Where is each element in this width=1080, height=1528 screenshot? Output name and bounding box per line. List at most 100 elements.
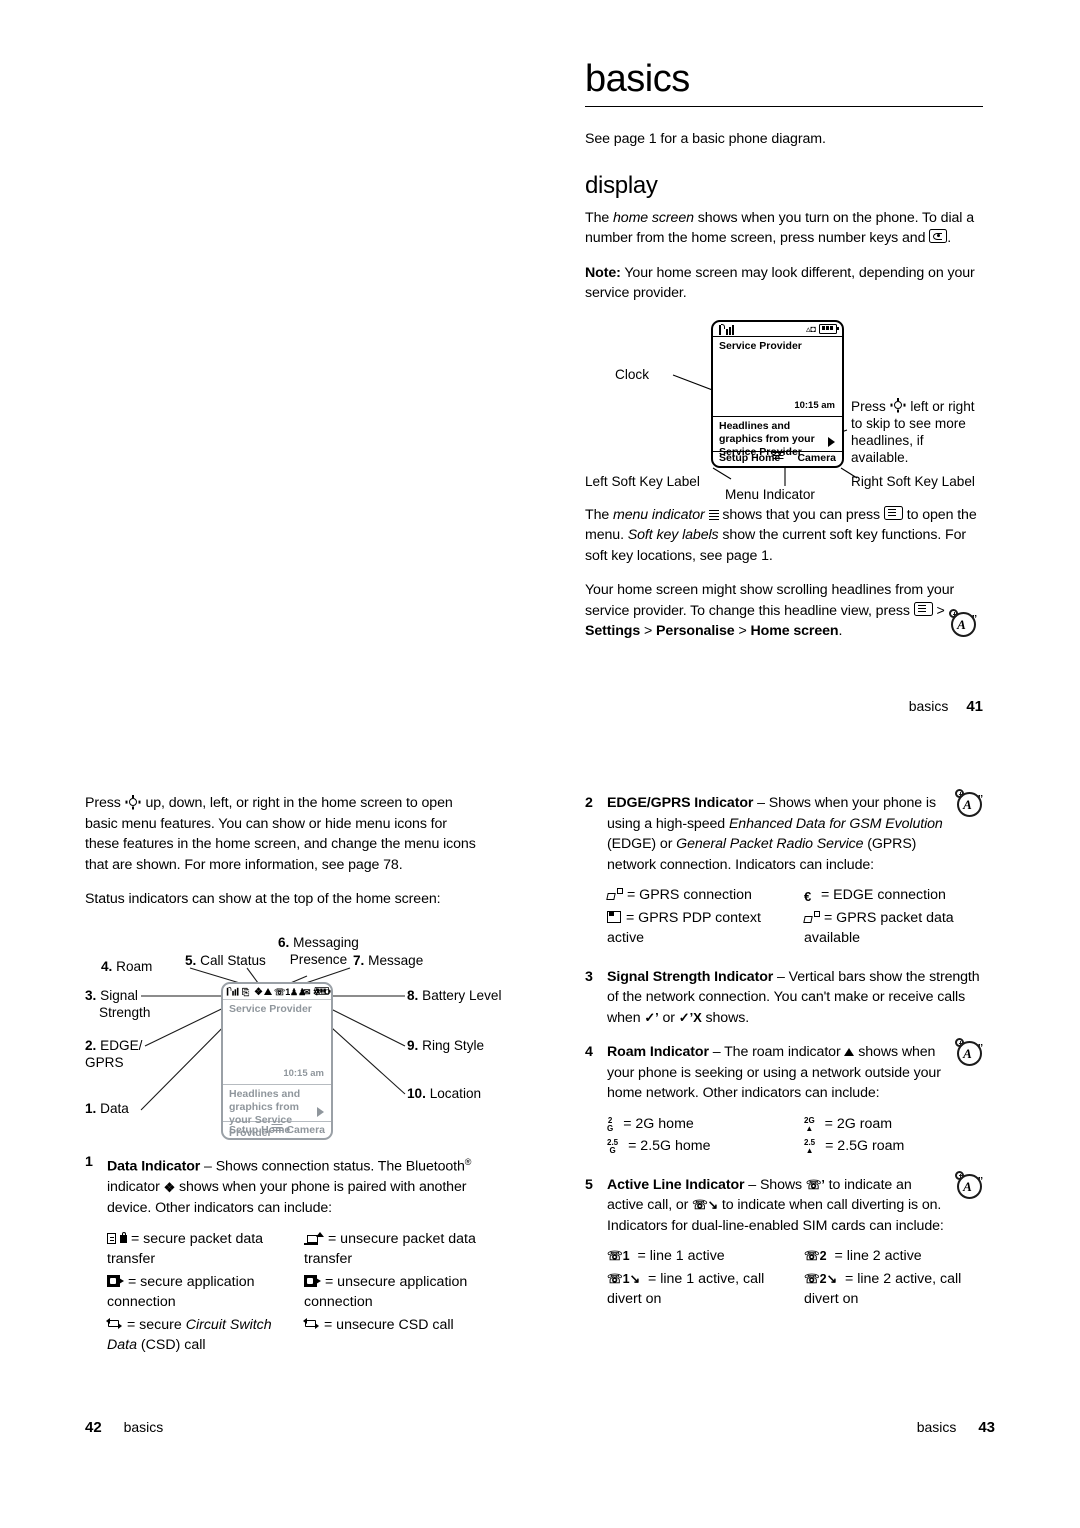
item-5-a: Shows [759,1176,806,1193]
callout-num: 8. [407,987,419,1003]
table-row: = secure application connection [107,1272,286,1313]
bluetooth-icon: ❖ [163,1179,176,1195]
p42-para1-a: Press [85,795,125,811]
callout-7-message: 7. Message [353,952,423,969]
item-dash: – [708,1044,725,1060]
press-nav-dir: left or right [910,398,975,414]
table-row: = secure packet data transfer [107,1229,286,1270]
headline-line-1: Headlines and graphics from your [719,419,815,445]
item-5-text: 5 Active Line Indicator – Shows ☏’ to in… [585,1175,983,1237]
callout-label: Messaging [293,934,359,950]
footer-label: basics [916,1419,957,1435]
message-icon: ✉ [303,986,311,997]
callout-9-ring-style: 9. Ring Style [407,1037,484,1054]
item-number: 2 [585,795,593,811]
active-line-indicator-table: ☏1 = line 1 active ☏2 = line 2 active ☏1… [607,1246,983,1312]
callout-6-messaging-presence: 6. Messaging Presence [278,934,359,968]
item-number: 4 [585,1044,593,1060]
status-indicator-diagram: ⎘ ❖ ☏1 ♟♟ ✉ ✲ ▵◘ Service Provider 10:15 … [85,924,501,1146]
callout-4-roam: 4. Roam [101,958,152,975]
footer-label: basics [908,698,949,714]
para3-a: Your home screen might show scrolling he… [585,582,955,619]
call-status-icon: ☏1 [274,986,291,997]
table-row: = GPRS packet data available [803,908,983,949]
cell-text: = line 2 active [834,1248,922,1264]
phone-status-mock: ⎘ ❖ ☏1 ♟♟ ✉ ✲ ▵◘ Service Provider 10:15 … [221,981,333,1140]
headline-view-paragraph: Your home screen might show scrolling he… [585,580,983,642]
para1-c: . [947,230,952,246]
page-title: basics [585,58,690,100]
roam-icon [264,987,272,995]
callout-num: 1. [85,1100,97,1116]
page-43: 2 EDGE/GPRS Indicator – Shows when your … [585,789,983,1312]
no-service-icon: ✓’X [678,1009,702,1025]
note-text: Your home screen may look different, dep… [585,264,975,302]
table-row: € = EDGE connection [804,885,983,906]
callout-1-data: 1. Data [85,1100,129,1117]
callout-label: Signal [100,987,138,1003]
menu-indicator-icon [271,1123,283,1134]
send-key-icon [929,229,948,243]
item-1-b: indicator [107,1178,164,1195]
line-1-active-icon: ☏1 [607,1249,630,1263]
secure-csd-icon [106,1317,123,1331]
list-item-4: 4 Roam Indicator – The roam indicator sh… [585,1038,983,1159]
right-soft-key-label: Camera [797,451,836,464]
feature-availability-icon: A ’’ [949,609,979,639]
item-dash: – [200,1158,216,1175]
callout-label: Location [429,1085,482,1101]
cell-text: = 2G roam [824,1115,893,1132]
cell-text: = line 1 active [637,1248,725,1264]
line-1-divert-icon: ☏1↘ [607,1271,641,1286]
press-nav-line3: headlines, if available. [851,432,924,465]
section-heading: display [585,171,658,199]
para3-sep1: > [932,602,945,619]
callout-right-soft-key: Right Soft Key Label [851,473,975,489]
cell-text: = secure packet data transfer [107,1230,264,1268]
cell-text: = 2G home [623,1115,694,1132]
menu-indicator-icon [708,509,719,520]
item-3-c: shows. [701,1009,750,1026]
callout-num: 3. [85,987,97,1003]
footer-page-number: 42 [85,1419,102,1436]
cell-text: = GPRS PDP context active [607,909,761,947]
page-42: Press up, down, left, or right in the ho… [85,793,501,1358]
menu-path-personalise: Personalise [656,623,735,639]
press-nav-word: Press [851,398,886,414]
table-row: ☏1↘ = line 1 active, call divert on [607,1269,786,1310]
footer-label: basics [123,1419,164,1435]
para3-sep2: > [640,623,657,639]
menu-indicator-paragraph: The menu indicator shows that you can pr… [585,505,983,567]
battery-level-icon [819,323,839,334]
status-bar: ⎘ ❖ ☏1 ♟♟ ✉ ✲ ▵◘ [223,984,331,1000]
cell-text: = EDGE connection [820,887,946,903]
title-divider [585,106,983,107]
2.5g-home-icon: 2.5 G [607,1138,619,1155]
item-2-b: (EDGE) or [607,836,677,852]
line-2-active-icon: ☏2 [804,1249,827,1263]
item-dash: – [753,795,769,811]
callout-2-edge-gprs: 2. EDGE/ GPRS [85,1037,142,1071]
secure-application-icon [107,1274,124,1288]
item-3-text: 3 Signal Strength Indicator – Vertical b… [585,967,983,1029]
callout-label: EDGE/ [100,1037,143,1053]
headlines-next-arrow-icon [828,436,835,447]
active-call-icon: ☏’ [805,1177,825,1192]
callout-press-nav: Press left or right to skip to see more … [851,398,983,466]
item-title: Data Indicator [107,1158,201,1175]
table-row: 2.5 G = 2.5G home [607,1136,786,1157]
headlines-next-arrow-icon [317,1106,324,1117]
item-4-text: 4 Roam Indicator – The roam indicator sh… [585,1042,983,1104]
list-item-2: 2 EDGE/GPRS Indicator – Shows when your … [585,789,983,951]
line-2-divert-icon: ☏2↘ [804,1271,838,1286]
item-2-text: 2 EDGE/GPRS Indicator – Shows when your … [585,793,983,875]
gprs-packet-data-icon [803,910,820,924]
list-item-1: 1 Data Indicator – Shows connection stat… [85,1152,483,1358]
gprs-term: General Packet Radio Service [676,836,864,852]
callout-clock: Clock [615,366,649,382]
callout-num: 2. [85,1037,97,1053]
callout-label: Call Status [200,952,266,968]
menu-key-icon [883,505,903,520]
bluetooth-icon: ❖ [254,986,263,998]
table-row: = secure Circuit Switch Data (CSD) call [106,1315,286,1356]
